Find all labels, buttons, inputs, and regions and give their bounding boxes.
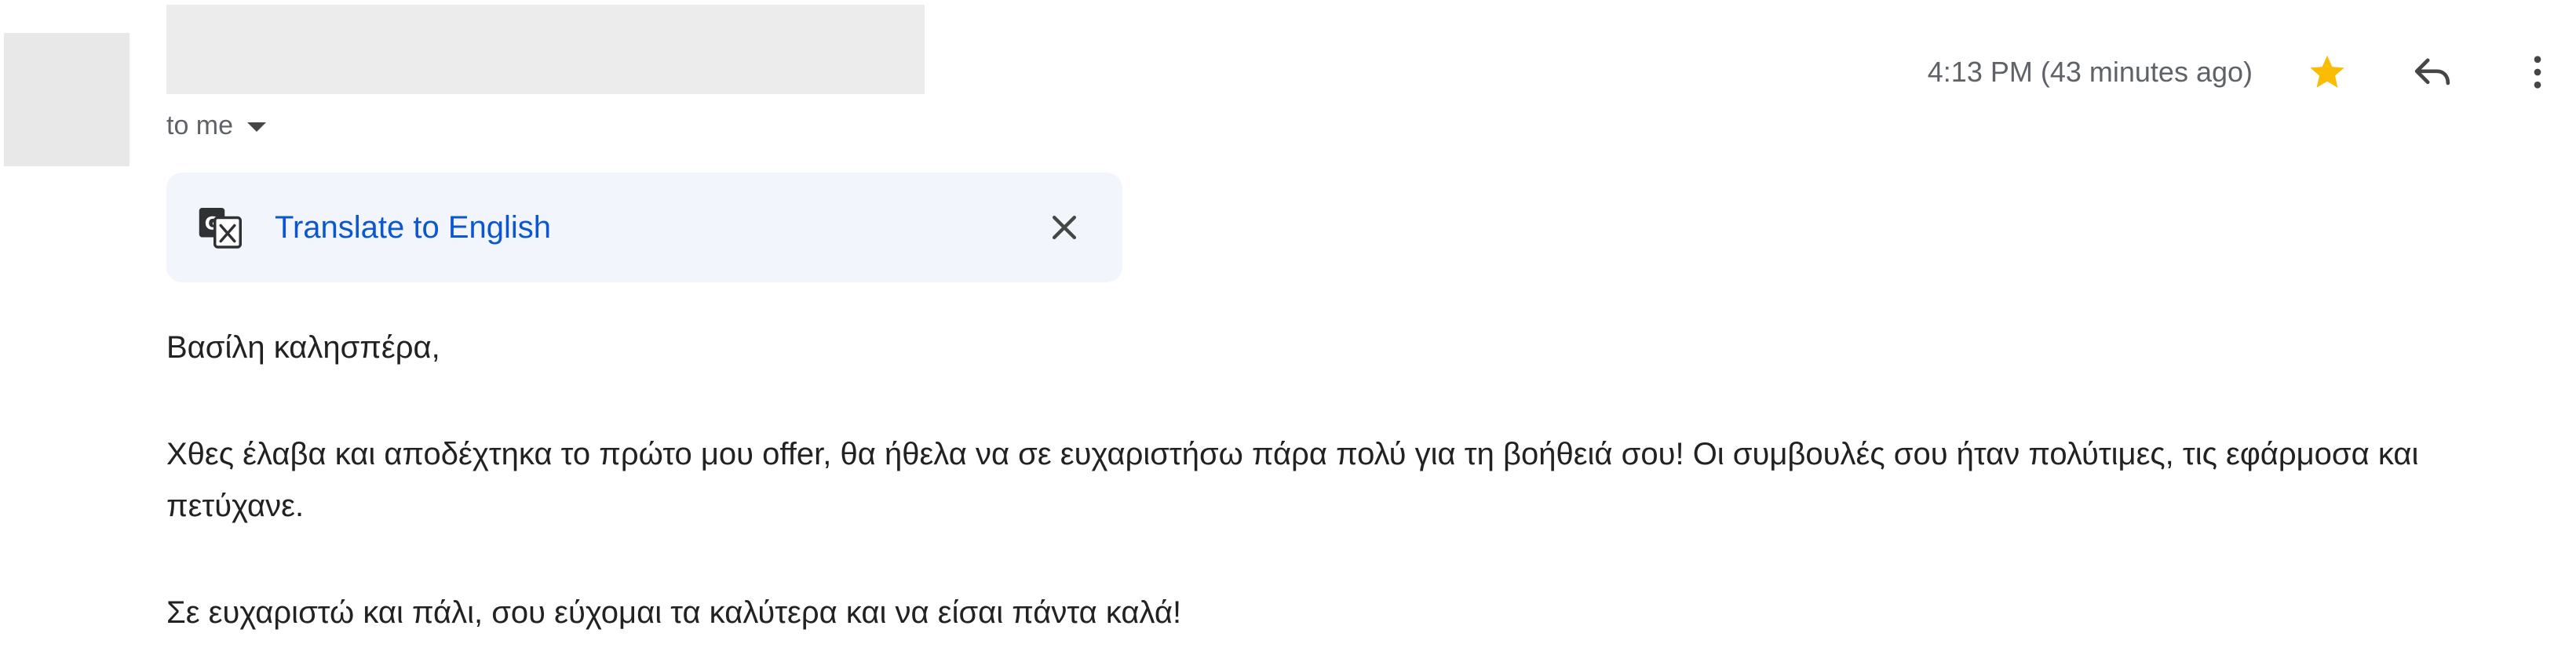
chevron-down-icon[interactable] <box>247 122 267 132</box>
message-timestamp: 4:13 PM (43 minutes ago) <box>1927 56 2253 88</box>
message-meta: 4:13 PM (43 minutes ago) <box>1928 44 2576 100</box>
email-message-view: to me 4:13 PM (43 minutes ago) G Transla… <box>0 0 2576 662</box>
translate-to-english-link[interactable]: Translate to English <box>275 210 1041 246</box>
sender-avatar[interactable] <box>4 33 130 166</box>
close-translate-button[interactable] <box>1041 204 1088 251</box>
reply-icon <box>2414 58 2450 85</box>
translate-banner: G Translate to English <box>166 173 1122 282</box>
recipient-label: to me <box>166 110 234 140</box>
message-paragraph: Σε ευχαριστώ και πάλι, σου εύχομαι τα κα… <box>166 595 1182 630</box>
recipient-details-toggle[interactable]: to me <box>166 108 267 143</box>
more-vertical-icon <box>2534 56 2541 89</box>
message-body: Βασίλη καλησπέρα, Χθες έλαβα και αποδέχτ… <box>166 322 2521 662</box>
star-button[interactable] <box>2292 44 2363 100</box>
message-paragraph: Χθες έλαβα και αποδέχτηκα το πρώτο μου o… <box>166 437 2419 523</box>
star-icon <box>2310 55 2344 88</box>
reply-button[interactable] <box>2397 44 2468 100</box>
close-icon <box>1052 215 1077 240</box>
translate-icon: G <box>196 204 243 251</box>
more-options-button[interactable] <box>2502 44 2573 100</box>
message-greeting: Βασίλη καλησπέρα, <box>166 330 440 365</box>
sender-name-placeholder <box>166 5 925 94</box>
